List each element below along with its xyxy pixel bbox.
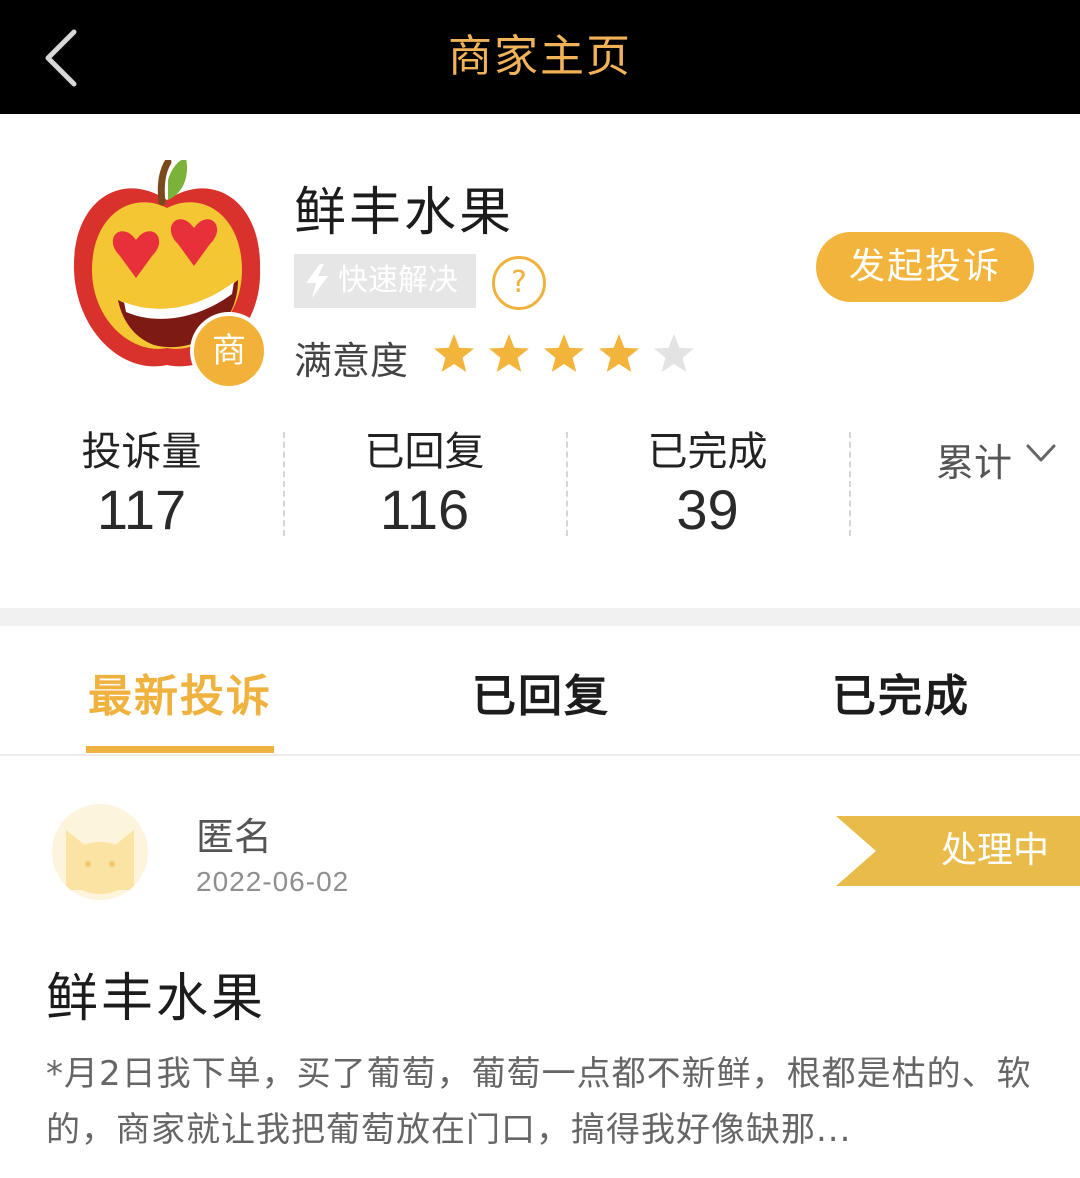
stat-divider xyxy=(849,432,851,536)
section-divider xyxy=(0,608,1080,626)
stat-completed[interactable]: 已完成 39 xyxy=(566,426,849,542)
top-nav-bar: 商家主页 xyxy=(0,0,1080,114)
stat-complaints[interactable]: 投诉量 117 xyxy=(0,426,283,542)
stat-value: 117 xyxy=(96,478,187,541)
cat-avatar-icon xyxy=(66,830,134,894)
status-badge: 处理中 xyxy=(940,830,1049,871)
tab-completed[interactable]: 已完成 xyxy=(832,660,970,724)
lightning-icon xyxy=(306,264,328,298)
help-icon[interactable]: ? xyxy=(492,256,546,310)
quick-resolve-badge: 快速解决 xyxy=(294,254,476,308)
post-date: 2022-06-02 xyxy=(196,866,350,897)
merchant-name: 鲜丰水果 xyxy=(294,183,515,243)
complaint-body: *月2日我下单，买了葡萄，葡萄一点都不新鲜，根都是枯的、软的，商家就让我把葡萄放… xyxy=(46,1054,1032,1150)
star-filled-icon xyxy=(489,334,529,372)
stat-label: 投诉量 xyxy=(81,429,202,475)
active-tab-indicator xyxy=(86,746,274,753)
tab-replied[interactable]: 已回复 xyxy=(472,660,610,724)
star-filled-icon xyxy=(434,334,474,372)
complaint-tabs: 最新投诉 已回复 已完成 xyxy=(0,626,1080,756)
chevron-down-icon xyxy=(1026,444,1056,462)
stat-label: 已回复 xyxy=(364,429,485,475)
tab-latest-complaints[interactable]: 最新投诉 xyxy=(88,660,272,724)
user-avatar xyxy=(52,804,148,900)
file-complaint-button[interactable]: 发起投诉 xyxy=(816,232,1034,302)
star-empty-icon xyxy=(654,334,694,372)
complaint-title: 鲜丰水果 xyxy=(46,969,267,1029)
stat-label: 已完成 xyxy=(647,429,768,475)
complaint-card[interactable]: 匿名 2022-06-02 处理中 鲜丰水果 *月2日我下单，买了葡萄，葡萄一点… xyxy=(0,756,1080,1178)
period-dropdown[interactable]: 累计 xyxy=(936,432,1056,487)
rating-stars xyxy=(434,334,694,372)
star-filled-icon xyxy=(544,334,584,372)
stat-value: 39 xyxy=(676,478,739,541)
quick-resolve-label: 快速解决 xyxy=(338,263,458,298)
merchant-badge: 商 xyxy=(190,312,268,390)
page-title: 商家主页 xyxy=(448,31,632,82)
user-name: 匿名 xyxy=(196,815,273,859)
stat-value: 116 xyxy=(379,478,470,541)
stat-replied[interactable]: 已回复 116 xyxy=(283,426,566,542)
satisfaction-label: 满意度 xyxy=(294,339,409,383)
period-label: 累计 xyxy=(936,441,1013,485)
merchant-header: 商 鲜丰水果 快速解决 ? 满意度 发起投诉 投诉量 117 已回复 116 已… xyxy=(0,114,1080,608)
star-filled-icon xyxy=(599,334,639,372)
